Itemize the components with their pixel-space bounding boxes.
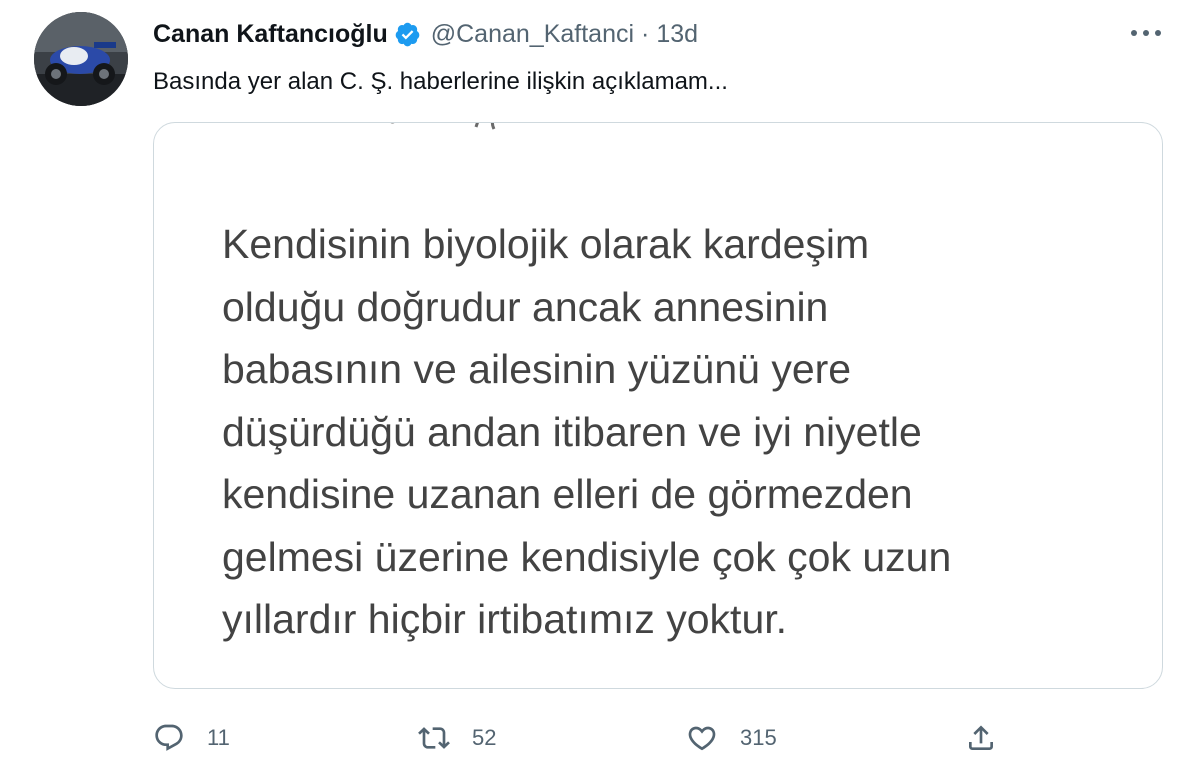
verified-badge-icon [394,21,421,48]
tweet-header: Canan Kaftancıoğlu @Canan_Kaftanci · 13d [153,16,698,52]
more-horizontal-icon [1131,30,1161,36]
retweet-count: 52 [472,725,497,750]
separator-dot: · [641,19,650,48]
media-image[interactable]: Kendisinin biyolojik olarak kardeşim old… [153,122,1163,689]
tweet-text: Basında yer alan C. Ş. haberlerine ilişk… [153,68,728,95]
share-icon [969,725,993,750]
share-button[interactable] [965,712,997,764]
like-count: 315 [740,725,777,750]
retweet-icon [418,727,450,749]
like-button[interactable]: 315 [686,712,777,764]
reply-count: 11 [207,725,230,750]
avatar-photo [34,12,128,106]
author-handle[interactable]: @Canan_Kaftanci [431,20,634,49]
retweet-button[interactable]: 52 [418,712,496,764]
media-statement-text: Kendisinin biyolojik olarak kardeşim old… [222,221,952,642]
reply-button[interactable]: 11 [153,712,230,764]
avatar[interactable] [34,12,128,106]
timestamp[interactable]: 13d [656,20,698,49]
tweet-card[interactable]: Canan Kaftancıoğlu @Canan_Kaftanci · 13d… [0,0,1200,772]
heart-icon [688,726,716,751]
more-options-button[interactable] [1126,18,1166,48]
reply-icon [155,724,183,751]
cropped-text-fragment [390,123,496,130]
action-bar: 11 52 315 [153,712,1013,764]
display-name[interactable]: Canan Kaftancıoğlu [153,20,388,49]
